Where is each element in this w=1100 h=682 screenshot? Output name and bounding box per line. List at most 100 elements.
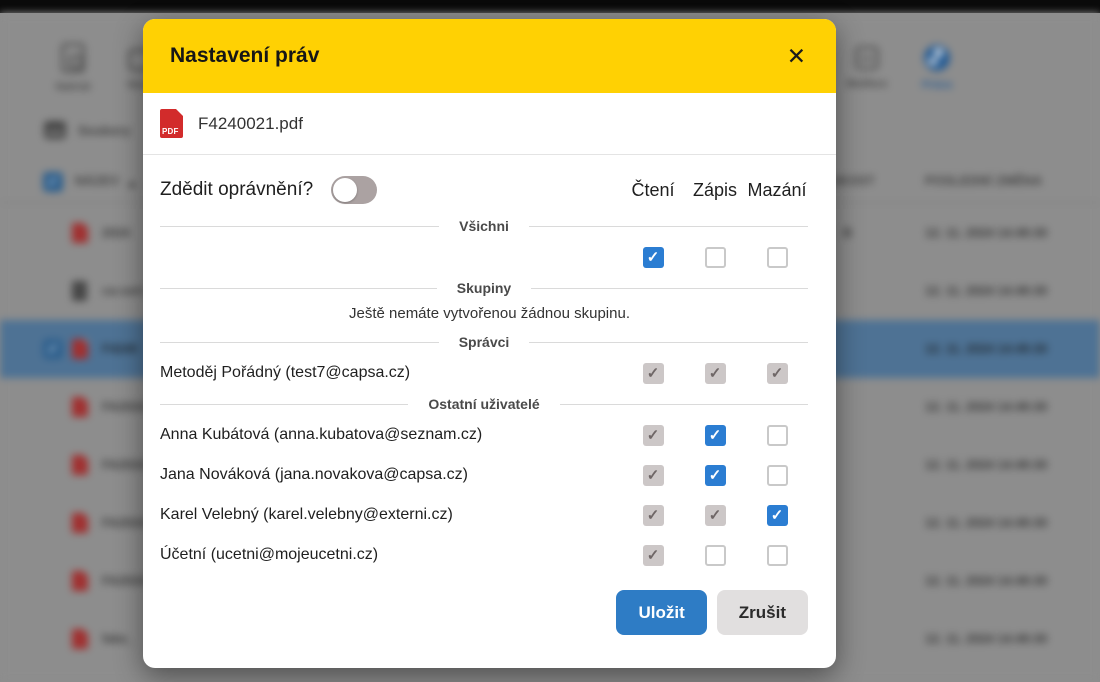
toolbar-item-label: Nahrát — [56, 81, 91, 93]
section-label: Skupiny — [457, 280, 511, 296]
close-icon[interactable]: ✕ — [787, 45, 806, 68]
pdf-file-icon — [72, 339, 88, 359]
checkbox-unchecked[interactable] — [767, 465, 788, 486]
pdf-file-icon — [72, 397, 88, 417]
sort-arrow-icon — [127, 181, 137, 187]
files-section-label: Soubory — [78, 123, 131, 138]
inherit-permissions: Zdědit oprávnění? — [160, 176, 622, 204]
screen: NahrátNováMailboxPráva Soubory ✓ NÁZEV V… — [0, 0, 1100, 682]
checkbox-cell — [746, 247, 808, 268]
permission-column-zápis: Zápis — [684, 180, 746, 201]
divider-line — [160, 226, 439, 227]
permission-column-headers: ČteníZápisMazání — [622, 180, 808, 201]
permission-sections: Všichni ✓ Skupiny Ještě nemáte vytvořenou ž… — [143, 215, 836, 575]
empty-groups-text: Ještě nemáte vytvořenou žádnou skupinu. — [143, 299, 836, 331]
checkbox-cell: ✓ — [746, 505, 808, 526]
globe-icon — [924, 45, 950, 71]
checkbox-checked[interactable]: ✓ — [705, 465, 726, 486]
checkbox-cell: ✓ — [684, 505, 746, 526]
checkbox-unchecked[interactable] — [705, 545, 726, 566]
checkbox-disabled-checked: ✓ — [643, 425, 664, 446]
permission-row: Jana Nováková (jana.novakova@capsa.cz)✓✓ — [143, 455, 836, 495]
section-divider: Všichni — [143, 215, 825, 237]
checkbox-cell — [746, 425, 808, 446]
pdf-icon: PDF — [160, 109, 183, 138]
divider-line — [160, 404, 408, 405]
files-section: Soubory — [44, 121, 131, 139]
checkbox-checked[interactable]: ✓ — [643, 247, 664, 268]
permission-row-name: Anna Kubátová (anna.kubatova@seznam.cz) — [160, 426, 622, 444]
file-name-fragment: F4240 — [102, 342, 137, 356]
toolbar-item-label: Mailbox — [847, 78, 888, 90]
permission-row: Anna Kubátová (anna.kubatova@seznam.cz) ✓… — [143, 415, 836, 455]
checkbox-cell: ✓ — [684, 363, 746, 384]
file-last-change: 12. 11. 2024 14:49:30 — [925, 226, 1047, 240]
file-last-change: 12. 11. 2024 14:49:30 — [925, 632, 1047, 646]
inherit-label: Zdědit oprávnění? — [160, 179, 313, 201]
file-last-change: 12. 11. 2024 14:49:30 — [925, 400, 1047, 414]
permission-row-name: Účetní (ucetni@mojeucetni.cz) — [160, 546, 622, 564]
toolbar-item-label: Práva — [922, 79, 952, 91]
file-last-change: 12. 11. 2024 14:49:30 — [925, 516, 1047, 530]
checkbox-disabled-checked: ✓ — [767, 363, 788, 384]
checkbox-unchecked[interactable] — [767, 425, 788, 446]
pdf-icon-label: PDF — [162, 127, 179, 136]
permission-column-čtení: Čtení — [622, 180, 684, 201]
section-label: Všichni — [459, 218, 509, 234]
checkbox-checked[interactable]: ✓ — [705, 425, 726, 446]
file-last-change: 12. 11. 2024 14:49:30 — [925, 458, 1047, 472]
section-divider: Správci — [143, 331, 825, 353]
checkbox-cell — [746, 545, 808, 566]
checkbox-cell — [746, 465, 808, 486]
checkbox-cell: ✓ — [622, 363, 684, 384]
file-name-fragment: ca-cert — [102, 284, 143, 298]
document-file-icon — [72, 281, 87, 301]
files-icon — [44, 121, 66, 139]
checkbox-disabled-checked: ✓ — [705, 505, 726, 526]
save-button[interactable]: Uložit — [616, 590, 706, 635]
file-name-fragment: FA2024 — [102, 458, 146, 472]
checkbox-cell: ✓ — [684, 425, 746, 446]
permission-row: Účetní (ucetni@mojeucetni.cz) ✓ — [143, 535, 836, 575]
checkbox-cell: ✓ — [622, 505, 684, 526]
checkbox-checked[interactable]: ✓ — [767, 505, 788, 526]
section-divider: Skupiny — [143, 277, 825, 299]
row-checkbox: ✓ — [43, 339, 63, 359]
dialog-header: Nastavení práv ✕ — [143, 19, 836, 93]
checkbox-cell — [684, 545, 746, 566]
upload-document-icon — [61, 43, 85, 73]
checkbox-disabled-checked: ✓ — [643, 545, 664, 566]
permission-row: ✓ — [143, 237, 836, 277]
column-header-last-change: POSLEDNÍ ZMĚNA — [925, 174, 1042, 188]
divider-line — [531, 288, 808, 289]
file-name-fragment: FA2024 — [102, 400, 146, 414]
file-last-change: 12. 11. 2024 14:49:30 — [925, 284, 1047, 298]
checkbox-cell: ✓ — [684, 465, 746, 486]
checkbox-unchecked[interactable] — [705, 247, 726, 268]
permission-row-name: Jana Nováková (jana.novakova@capsa.cz) — [160, 466, 622, 484]
section-divider: Ostatní uživatelé — [143, 393, 825, 415]
pdf-file-icon — [72, 223, 88, 243]
pdf-file-icon — [72, 571, 88, 591]
column-header-name: NÁZEV — [75, 174, 119, 188]
checkbox-unchecked[interactable] — [767, 545, 788, 566]
checkbox-unchecked[interactable] — [767, 247, 788, 268]
file-name-fragment: FA2024 — [102, 516, 146, 530]
checkbox-cell: ✓ — [622, 247, 684, 268]
divider-line — [160, 342, 439, 343]
permission-row-name: Metoděj Pořádný (test7@capsa.cz) — [160, 364, 622, 382]
pdf-file-icon — [72, 513, 88, 533]
permissions-header: Zdědit oprávnění? ČteníZápisMazání — [143, 155, 836, 215]
divider-line — [160, 288, 437, 289]
dialog-title: Nastavení práv — [170, 44, 787, 68]
inherit-toggle[interactable] — [331, 176, 377, 204]
file-name-fragment: fake_ — [102, 632, 134, 646]
cancel-button[interactable]: Zrušit — [717, 590, 808, 635]
permissions-dialog: Nastavení práv ✕ PDF F4240021.pdf Zdědit… — [143, 19, 836, 668]
checkbox-disabled-checked: ✓ — [705, 363, 726, 384]
divider-line — [560, 404, 808, 405]
checkbox-cell: ✓ — [746, 363, 808, 384]
file-last-change: 12. 11. 2024 14:49:30 — [925, 342, 1047, 356]
permission-row: Karel Velebný (karel.velebny@externi.cz)… — [143, 495, 836, 535]
permission-column-mazání: Mazání — [746, 180, 808, 201]
